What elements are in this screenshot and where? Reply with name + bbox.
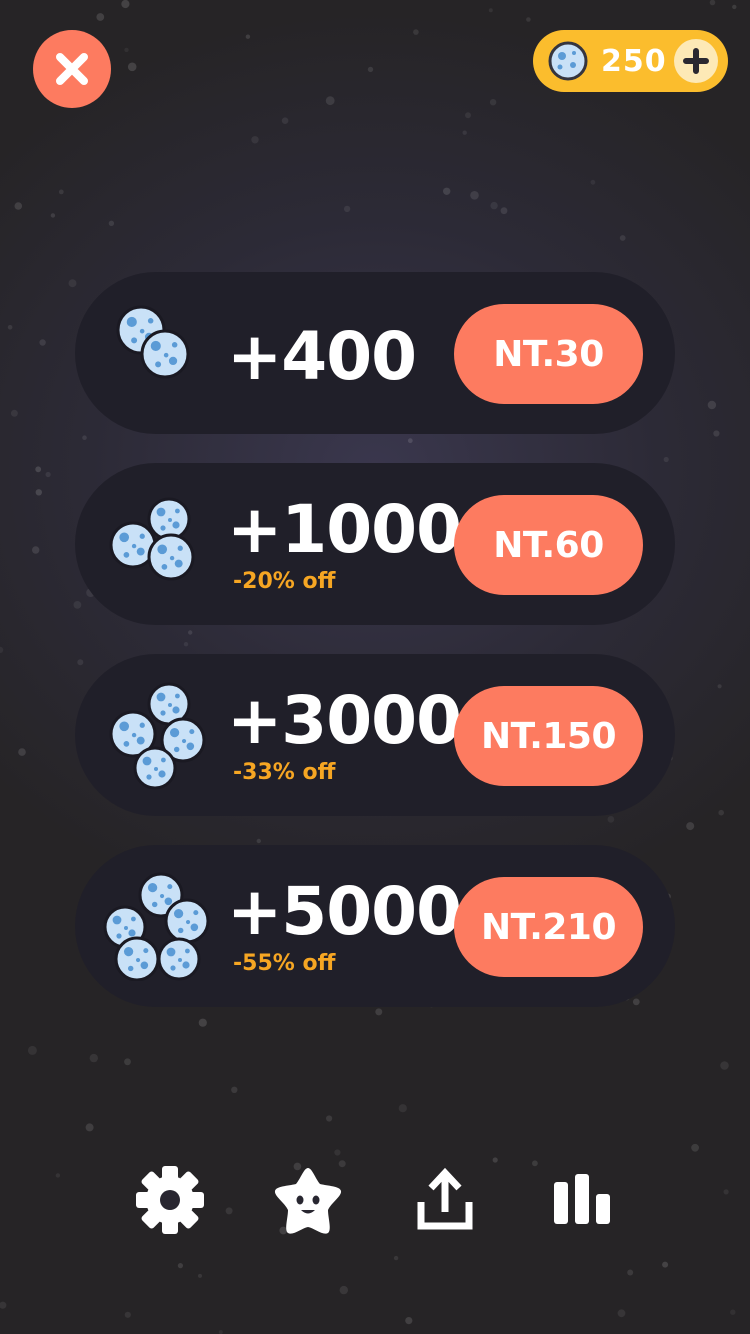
discount-label: -33% off [233,760,336,785]
buy-button[interactable]: NT.150 [454,686,643,786]
close-button[interactable] [33,30,111,108]
leaderboard-button[interactable] [542,1160,622,1240]
offer-row: +5000 -55% off NT.210 [75,845,675,1007]
close-icon [56,53,88,85]
buy-button[interactable]: NT.30 [454,304,643,404]
plus-icon [683,48,709,74]
star-face-icon [274,1168,342,1234]
asteroid-pack-xlarge-icon [103,872,210,981]
rate-button[interactable] [268,1160,348,1240]
share-icon [417,1167,473,1230]
offer-row: +3000 -33% off NT.150 [75,654,675,816]
offer-amount: +3000 [227,682,462,759]
offer-row: +1000 -20% off NT.60 [75,463,675,625]
asteroid-coin-icon [548,41,588,81]
add-coins-button[interactable] [674,39,718,83]
discount-label: -20% off [233,569,336,594]
asteroid-pack-large-icon [109,682,206,790]
buy-button[interactable]: NT.60 [454,495,643,595]
offer-amount: +5000 [227,873,462,950]
share-button[interactable] [405,1160,485,1240]
offer-amount: +1000 [227,491,462,568]
asteroid-pack-medium-icon [109,497,195,581]
offer-amount: +400 [227,318,417,395]
asteroid-pack-small-icon [116,305,190,379]
discount-label: -55% off [233,951,336,976]
leaderboard-icon [554,1174,610,1224]
coin-balance: 250 [601,43,667,79]
offer-row: +400 NT.30 [75,272,675,434]
bottom-toolbar [0,1160,750,1250]
coin-offer-list: +400 NT.30 +1000 -20% off NT.60 +3000 -3… [75,272,675,1036]
coin-counter: 250 [533,30,728,92]
settings-button[interactable] [130,1160,210,1240]
buy-button[interactable]: NT.210 [454,877,643,977]
gear-icon [136,1166,204,1234]
